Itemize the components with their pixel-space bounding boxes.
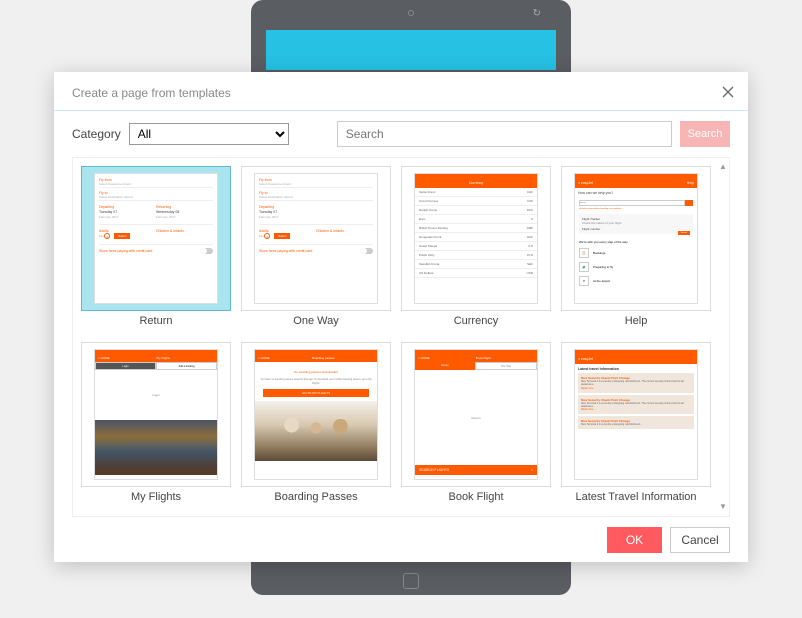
- tablet-home-button[interactable]: [403, 573, 419, 589]
- dialog-title: Create a page from templates: [72, 86, 730, 100]
- template-dialog: Create a page from templates Category Al…: [54, 72, 748, 562]
- template-boarding-passes[interactable]: < HOMEBoarding passes No boarding passes…: [241, 342, 391, 508]
- dialog-footer: OK Cancel: [54, 517, 748, 563]
- template-label: Return: [139, 315, 172, 327]
- ok-button[interactable]: OK: [607, 527, 662, 553]
- cancel-button[interactable]: Cancel: [670, 527, 730, 553]
- template-label: Book Flight: [448, 491, 503, 503]
- category-select[interactable]: All: [129, 123, 289, 145]
- template-one-way[interactable]: Fly from Select Departure Airport Fly to…: [241, 166, 391, 332]
- search-button[interactable]: Search: [680, 121, 730, 147]
- templates-area: Fly from Select Departure Airport Fly to…: [72, 157, 730, 517]
- template-label: Latest Travel Information: [575, 491, 696, 503]
- template-label: One Way: [293, 315, 338, 327]
- template-label: My Flights: [131, 491, 181, 503]
- template-book-flight[interactable]: < HOMEBook Flight ReturnOne Way Return S…: [401, 342, 551, 508]
- close-icon: [720, 84, 736, 100]
- tablet-screen: [266, 30, 556, 70]
- search-input[interactable]: [337, 121, 672, 147]
- scroll-up-icon[interactable]: ▲: [719, 162, 727, 172]
- refresh-icon[interactable]: ↻: [533, 8, 541, 19]
- templates-grid: Fly from Select Departure Airport Fly to…: [73, 158, 729, 516]
- category-label: Category: [72, 127, 121, 141]
- tablet-camera-dot: [408, 10, 414, 16]
- template-label: Help: [625, 315, 648, 327]
- template-currency[interactable]: Currency Swiss FrancCHF Czech KorunaCZK …: [401, 166, 551, 332]
- close-button[interactable]: [720, 84, 736, 100]
- template-help[interactable]: ≡ easyJetHelp How can we help you? relat…: [561, 166, 711, 332]
- template-return[interactable]: Fly from Select Departure Airport Fly to…: [81, 166, 231, 332]
- scrollbar[interactable]: ▲ ▼: [719, 162, 727, 512]
- filter-bar: Category All Search: [54, 111, 748, 157]
- template-label: Currency: [454, 315, 499, 327]
- template-my-flights[interactable]: < HOMEMy Flights LoginAdd a booking Logi…: [81, 342, 231, 508]
- template-label: Boarding Passes: [274, 491, 357, 503]
- template-latest-travel[interactable]: ≡ easyJet Latest travel information Nice…: [561, 342, 711, 508]
- scroll-down-icon[interactable]: ▼: [719, 502, 727, 512]
